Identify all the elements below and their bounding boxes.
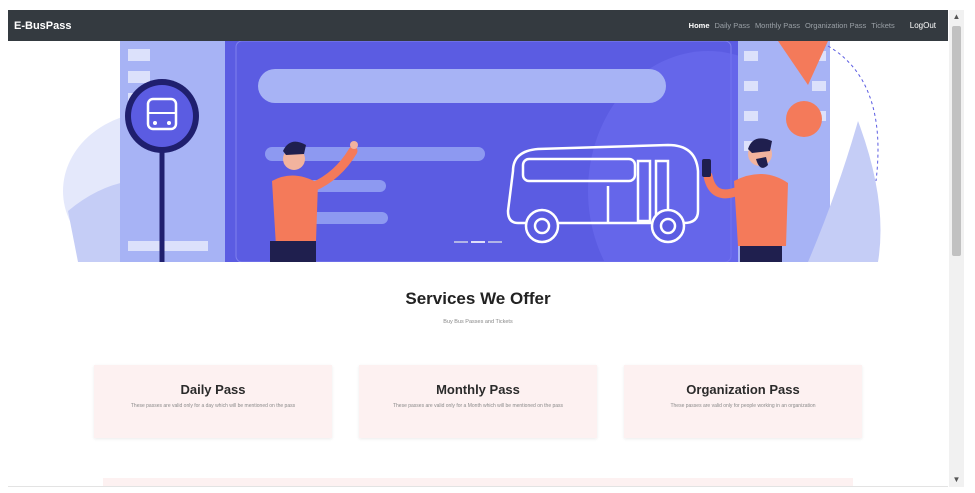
nav-link-tickets[interactable]: Tickets — [871, 21, 894, 30]
services-subtitle: Buy Bus Passes and Tickets — [443, 319, 513, 325]
logout-link[interactable]: LogOut — [910, 21, 936, 30]
carousel-indicator-3[interactable] — [488, 241, 502, 243]
scroll-thumb[interactable] — [952, 26, 961, 256]
card-title: Organization Pass — [686, 382, 800, 397]
brand-logo[interactable]: E-BusPass — [14, 20, 71, 32]
card-description: These passes are valid only for a day wh… — [130, 403, 296, 409]
navbar: E-BusPass Home Daily Pass Monthly Pass O… — [8, 10, 948, 41]
services-title: Services We Offer — [405, 289, 551, 308]
card-title: Daily Pass — [180, 382, 246, 397]
card-description: These passes are valid only for people w… — [670, 403, 816, 409]
divider — [8, 486, 948, 487]
card-description: These passes are valid only for a Month … — [392, 403, 564, 409]
hero-search-bar — [258, 69, 666, 103]
carousel-indicator-1[interactable] — [454, 241, 468, 243]
hero-carousel[interactable] — [8, 41, 948, 262]
card-title: Monthly Pass — [436, 382, 520, 397]
monthly-pass-card[interactable]: Monthly Pass These passes are valid only… — [359, 365, 597, 438]
carousel-indicator-2[interactable] — [471, 241, 485, 243]
phone-icon — [702, 159, 711, 177]
vertical-scrollbar[interactable]: ▲ ▼ — [949, 10, 964, 487]
nav-links: Home Daily Pass Monthly Pass Organizatio… — [689, 21, 942, 30]
scroll-up-arrow-icon[interactable]: ▲ — [949, 10, 964, 24]
scroll-down-arrow-icon[interactable]: ▼ — [949, 473, 964, 487]
nav-link-home[interactable]: Home — [689, 21, 710, 30]
nav-link-organization-pass[interactable]: Organization Pass — [805, 21, 866, 30]
hero-illustration — [63, 41, 881, 262]
page: E-BusPass Home Daily Pass Monthly Pass O… — [8, 10, 948, 487]
nav-link-monthly-pass[interactable]: Monthly Pass — [755, 21, 800, 30]
nav-link-daily-pass[interactable]: Daily Pass — [715, 21, 750, 30]
daily-pass-card[interactable]: Daily Pass These passes are valid only f… — [94, 365, 332, 438]
carousel-indicators — [454, 241, 502, 243]
organization-pass-card[interactable]: Organization Pass These passes are valid… — [624, 365, 862, 438]
